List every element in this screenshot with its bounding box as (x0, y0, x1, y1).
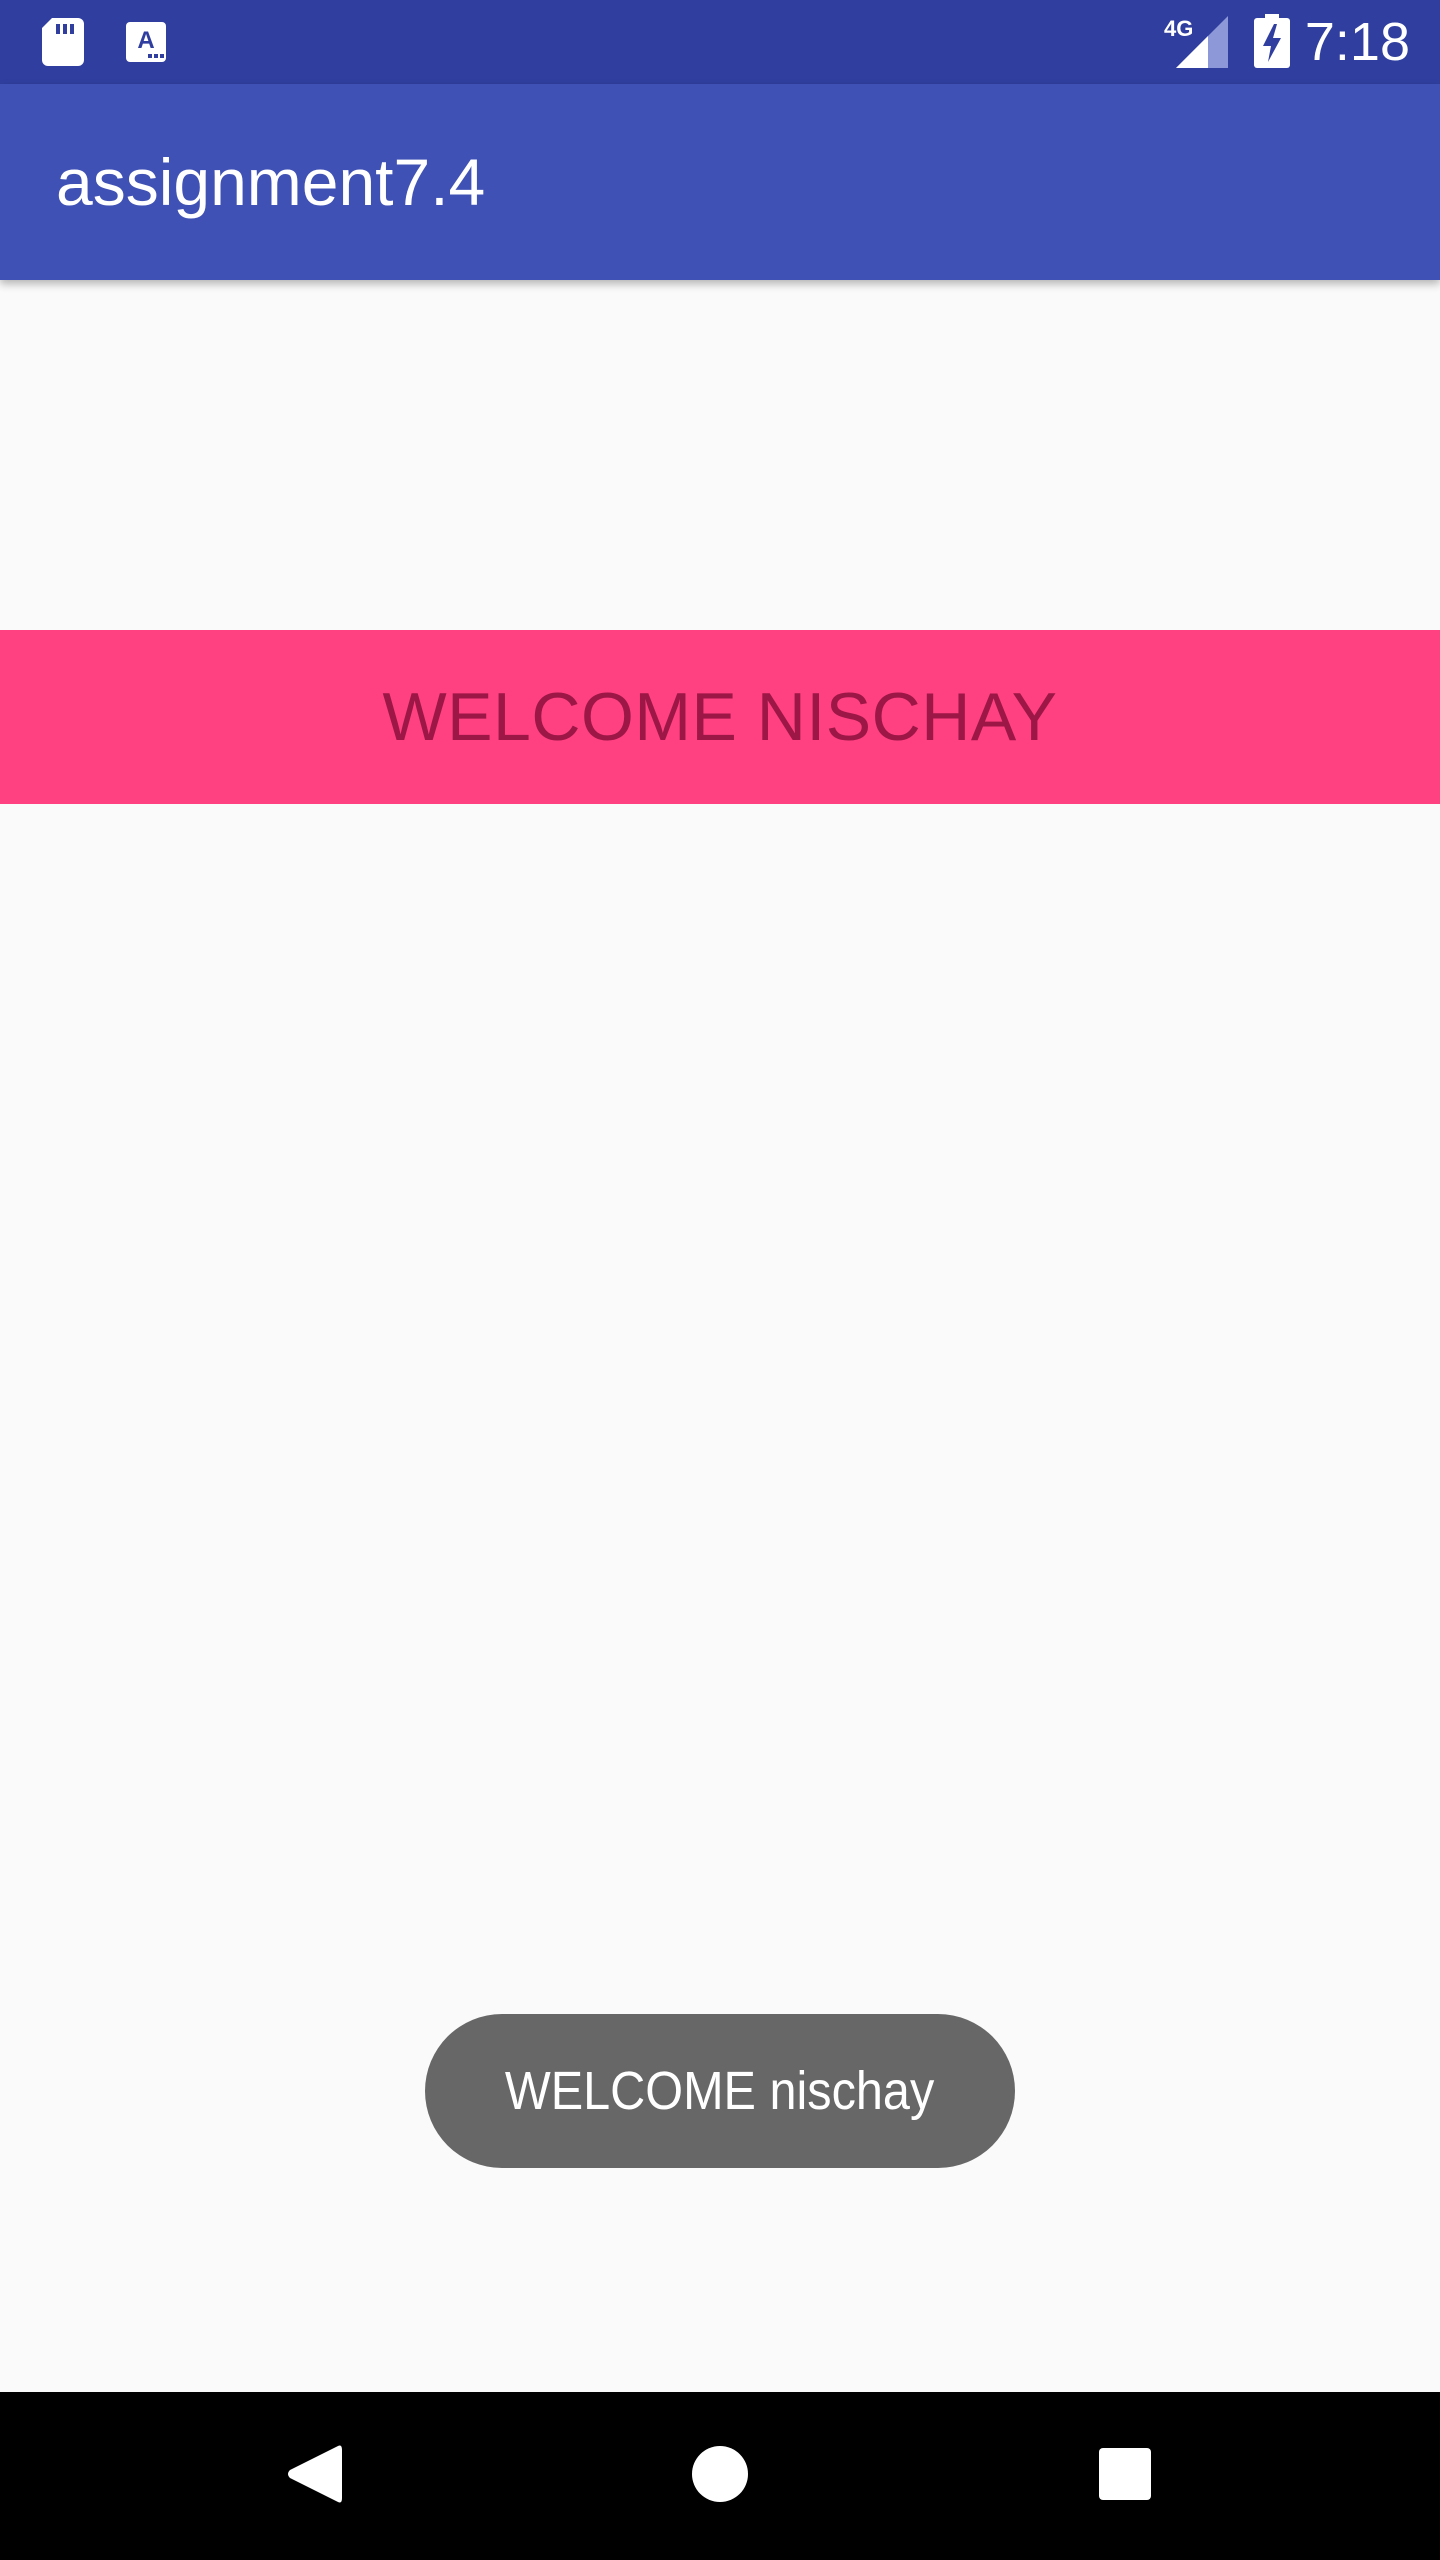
status-bar: A 4G 7:18 (0, 0, 1440, 84)
app-bar: assignment7.4 (0, 84, 1440, 280)
app-title: assignment7.4 (56, 145, 486, 219)
back-icon (284, 2442, 344, 2511)
svg-text:A: A (137, 27, 154, 54)
app-screen: A 4G 7:18 assignment7.4 WELCOME NISCHAY … (0, 0, 1440, 2560)
home-icon (691, 2445, 749, 2508)
recents-button[interactable] (1075, 2426, 1175, 2526)
navigation-bar (0, 2392, 1440, 2560)
recents-icon (1098, 2447, 1152, 2506)
home-button[interactable] (670, 2426, 770, 2526)
signal-icon (1176, 16, 1228, 68)
a-icon: A (126, 22, 166, 62)
welcome-banner-text: WELCOME NISCHAY (382, 679, 1058, 755)
toast-message: WELCOME nischay (425, 2014, 1015, 2168)
battery-charging-icon (1254, 14, 1290, 68)
toast-text: WELCOME nischay (505, 2061, 935, 2121)
welcome-banner: WELCOME NISCHAY (0, 630, 1440, 804)
status-clock: 7:18 (1304, 12, 1410, 72)
sd-card-icon (42, 18, 84, 66)
back-button[interactable] (264, 2426, 364, 2526)
